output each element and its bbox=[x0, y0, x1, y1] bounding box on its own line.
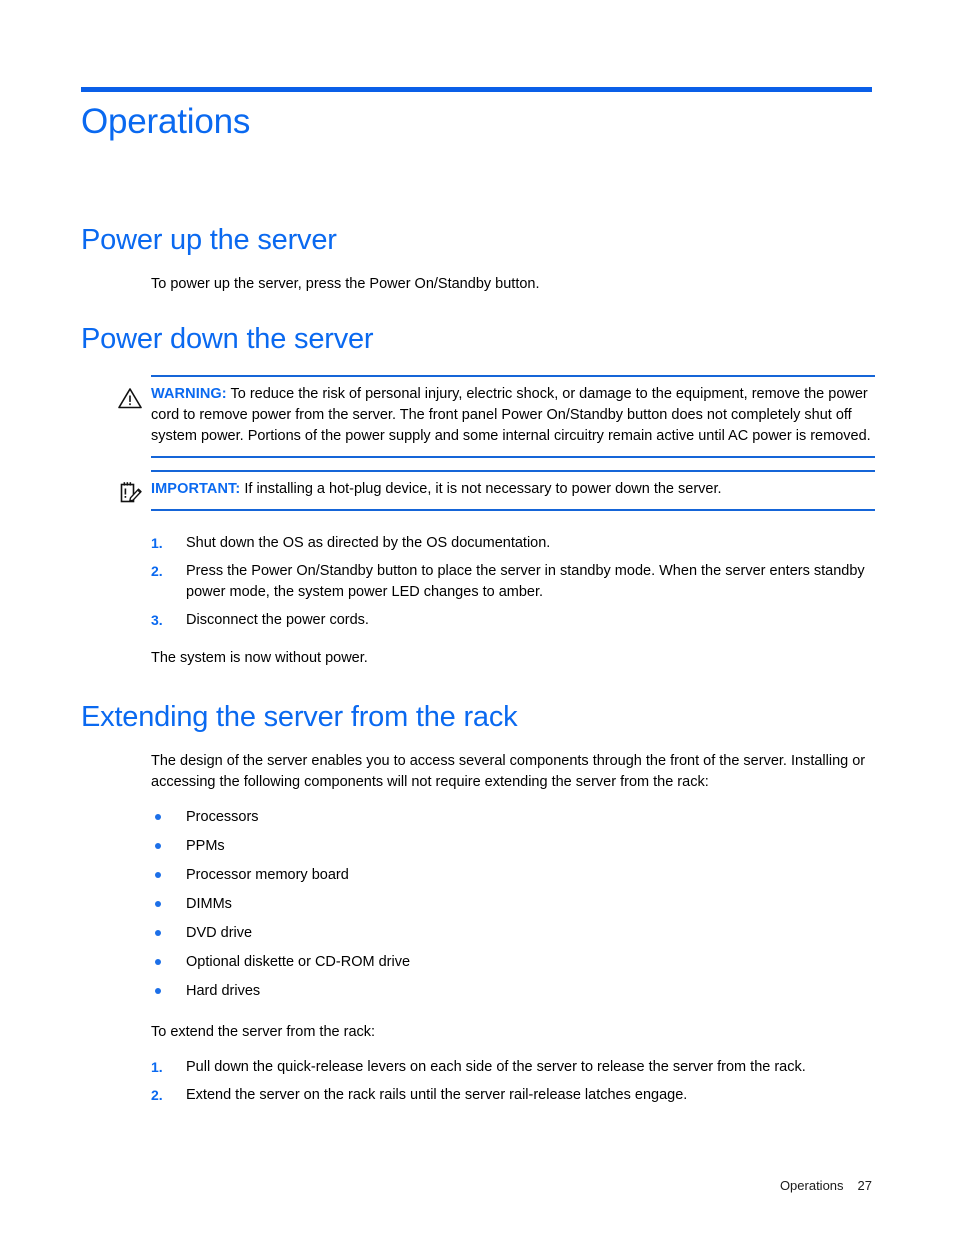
bullet-text: Processors bbox=[186, 809, 259, 825]
warning-label: WARNING: bbox=[151, 386, 227, 402]
chapter-top-rule bbox=[81, 87, 872, 92]
step-number: 1. bbox=[151, 1059, 163, 1075]
step-number: 1. bbox=[151, 535, 163, 551]
section-heading-power-up: Power up the server bbox=[81, 224, 337, 256]
paragraph-extending-lead-in: To extend the server from the rack: bbox=[151, 1024, 376, 1040]
important-text: If installing a hot-plug device, it is n… bbox=[244, 481, 722, 497]
power-down-step-list: 1. Shut down the OS as directed by the O… bbox=[81, 533, 881, 631]
section-heading-extending: Extending the server from the rack bbox=[81, 701, 518, 733]
paragraph-power-up: To power up the server, press the Power … bbox=[151, 276, 540, 292]
page-content: Power up the server To power up the serv… bbox=[81, 222, 881, 1113]
step-text: Extend the server on the rack rails unti… bbox=[186, 1087, 688, 1103]
bullet-dot-icon bbox=[155, 959, 161, 965]
bullet-dot-icon bbox=[155, 988, 161, 994]
list-item: 2. Extend the server on the rack rails u… bbox=[81, 1085, 881, 1106]
step-text: Pull down the quick-release levers on ea… bbox=[186, 1059, 806, 1075]
page-title: Operations bbox=[81, 102, 251, 141]
bullet-dot-icon bbox=[155, 901, 161, 907]
list-item: 2. Press the Power On/Standby button to … bbox=[81, 561, 881, 603]
list-item: PPMs bbox=[81, 836, 881, 857]
bullet-text: Optional diskette or CD-ROM drive bbox=[186, 954, 411, 970]
bullet-text: DIMMs bbox=[186, 896, 232, 912]
step-number: 3. bbox=[151, 612, 163, 628]
bullet-text: Hard drives bbox=[186, 983, 261, 999]
list-item: Hard drives bbox=[81, 981, 881, 1002]
step-text: Press the Power On/Standby button to pla… bbox=[186, 563, 865, 600]
step-text: Shut down the OS as directed by the OS d… bbox=[186, 535, 551, 551]
page-footer: Operations 27 bbox=[765, 1159, 872, 1213]
extending-component-list: Processors PPMs Processor memory board D… bbox=[81, 807, 881, 1002]
bullet-text: DVD drive bbox=[186, 925, 253, 941]
extending-step-list: 1. Pull down the quick-release levers on… bbox=[81, 1057, 881, 1106]
list-item: Processors bbox=[81, 807, 881, 828]
list-item: Optional diskette or CD-ROM drive bbox=[81, 952, 881, 973]
bullet-text: PPMs bbox=[186, 838, 225, 854]
bullet-dot-icon bbox=[155, 843, 161, 849]
warning-text: To reduce the risk of personal injury, e… bbox=[151, 386, 871, 444]
paragraph-power-down-closing: The system is now without power. bbox=[151, 650, 368, 666]
important-notice: IMPORTANT: If installing a hot-plug devi… bbox=[81, 470, 881, 511]
bullet-dot-icon bbox=[155, 872, 161, 878]
footer-page-number: 27 bbox=[857, 1178, 872, 1193]
list-item: Processor memory board bbox=[81, 865, 881, 886]
bullet-dot-icon bbox=[155, 930, 161, 936]
bullet-text: Processor memory board bbox=[186, 867, 349, 883]
list-item: 1. Shut down the OS as directed by the O… bbox=[81, 533, 881, 554]
important-notice-body: IMPORTANT: If installing a hot-plug devi… bbox=[151, 479, 881, 500]
list-item: 3. Disconnect the power cords. bbox=[81, 610, 881, 631]
step-text: Disconnect the power cords. bbox=[186, 612, 369, 628]
list-item: 1. Pull down the quick-release levers on… bbox=[81, 1057, 881, 1078]
list-item: DIMMs bbox=[81, 894, 881, 915]
bullet-dot-icon bbox=[155, 814, 161, 820]
step-number: 2. bbox=[151, 1087, 163, 1103]
document-page: Operations Power up the server To power … bbox=[0, 0, 954, 1235]
important-label: IMPORTANT: bbox=[151, 481, 241, 497]
warning-triangle-icon bbox=[117, 386, 143, 410]
footer-chapter-label: Operations bbox=[779, 1178, 844, 1193]
important-note-icon bbox=[117, 481, 143, 505]
section-heading-power-down: Power down the server bbox=[81, 323, 374, 355]
warning-notice: WARNING: To reduce the risk of personal … bbox=[81, 375, 881, 458]
list-item: DVD drive bbox=[81, 923, 881, 944]
paragraph-extending-intro: The design of the server enables you to … bbox=[151, 753, 866, 790]
warning-notice-body: WARNING: To reduce the risk of personal … bbox=[151, 384, 881, 447]
step-number: 2. bbox=[151, 563, 163, 579]
